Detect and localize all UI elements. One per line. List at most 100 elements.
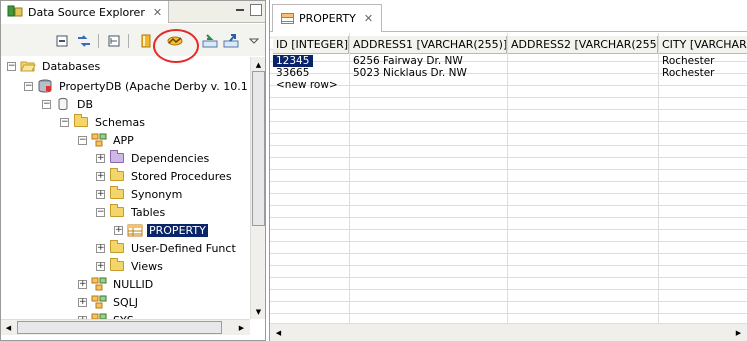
collapse-icon[interactable]: − (78, 135, 87, 145)
tree-item-label: Stored Procedures (131, 169, 232, 183)
editor-tab-bar: PROPERTY ✕ (270, 0, 747, 32)
expand-icon[interactable]: + (96, 189, 105, 199)
folder-open-icon (20, 59, 36, 73)
table-cell[interactable]: 6256 Fairway Dr. NW (350, 55, 505, 67)
tree-item-label: APP (113, 133, 134, 147)
view-toolbar (1, 24, 265, 56)
expand-icon[interactable]: + (78, 297, 87, 307)
column-header[interactable]: ADDRESS1 [VARCHAR(255)] (350, 36, 507, 54)
import-icon[interactable] (201, 33, 219, 49)
scroll-thumb[interactable] (17, 321, 222, 334)
expand-icon[interactable]: + (96, 261, 105, 271)
tab-property[interactable]: PROPERTY ✕ (272, 4, 383, 32)
database-icon (37, 79, 53, 93)
scroll-thumb[interactable] (252, 71, 265, 226)
database-icon (55, 97, 71, 111)
tree-item-label: Views (131, 259, 163, 273)
filter-icon[interactable] (105, 33, 123, 49)
table-icon (281, 13, 294, 24)
folder-icon (109, 240, 125, 255)
tree-item-label: Schemas (95, 115, 145, 129)
tree-item[interactable]: − APP (78, 131, 136, 149)
expand-icon[interactable]: + (114, 225, 123, 235)
connect-icon[interactable] (166, 33, 184, 49)
toolbar-separator (98, 34, 99, 48)
tree-item-label: Dependencies (131, 151, 210, 165)
tree-item[interactable]: + SQLJ (78, 293, 140, 311)
table-icon (127, 223, 143, 237)
collapse-icon[interactable]: − (7, 61, 16, 71)
table-editor: PROPERTY ✕ ID [INTEGER] ADDRESS1 [VARCHAR… (269, 0, 747, 341)
export-icon[interactable] (222, 33, 240, 49)
tree-item[interactable]: + Views (96, 257, 165, 275)
scroll-right-icon[interactable]: ▶ (235, 321, 248, 334)
scroll-left-icon[interactable]: ◀ (272, 326, 285, 339)
tree-item[interactable]: + NULLID (78, 275, 155, 293)
tab-label: Data Source Explorer (28, 5, 145, 19)
column-divider (507, 33, 508, 323)
tree-item[interactable]: + PROPERTY (114, 221, 208, 239)
tree-item-label: PROPERTY (147, 223, 208, 237)
collapse-icon[interactable]: − (42, 99, 51, 109)
view-menu-icon[interactable] (245, 33, 263, 49)
tree-item[interactable]: − PropertyDB (Apache Derby v. 10.1 (24, 77, 250, 95)
tab-label: PROPERTY (299, 12, 356, 25)
new-connection-icon[interactable] (137, 33, 155, 49)
folder-icon (109, 150, 125, 165)
tree-item[interactable]: − Databases (7, 57, 102, 75)
tree-item[interactable]: − DB (42, 95, 95, 113)
folder-icon (109, 204, 125, 219)
maximize-icon[interactable] (250, 4, 262, 16)
tree-item[interactable]: + Dependencies (96, 149, 211, 167)
schema-icon (91, 295, 107, 309)
data-grid[interactable]: ID [INTEGER] ADDRESS1 [VARCHAR(255)] ADDRE… (270, 33, 747, 323)
expand-icon[interactable]: + (78, 279, 87, 289)
scroll-up-icon[interactable]: ▲ (252, 58, 265, 71)
tree-item-label: Synonym (131, 187, 183, 201)
table-cell[interactable]: 12345 (273, 55, 313, 67)
table-cell[interactable]: 5023 Nicklaus Dr. NW (350, 67, 505, 79)
close-icon[interactable]: ✕ (364, 12, 373, 25)
collapse-icon[interactable]: − (60, 117, 69, 127)
table-cell[interactable]: Rochester (659, 67, 747, 79)
close-icon[interactable]: ✕ (153, 6, 162, 19)
collapse-icon[interactable]: − (24, 81, 33, 91)
collapse-all-icon[interactable] (53, 33, 71, 49)
tree-item-label: Tables (131, 205, 166, 219)
horizontal-scrollbar[interactable]: ◀ ▶ (270, 323, 747, 341)
link-with-editor-icon[interactable] (75, 33, 93, 49)
tree-item[interactable]: + Synonym (96, 185, 184, 203)
new-row-cell[interactable]: <new row> (273, 79, 347, 91)
expand-icon[interactable]: + (96, 153, 105, 163)
column-header[interactable]: ID [INTEGER] (273, 36, 349, 54)
expand-icon[interactable]: + (96, 243, 105, 253)
table-cell[interactable]: Rochester (659, 55, 747, 67)
data-source-explorer-view: Data Source Explorer ✕ − Databases − Pro… (0, 0, 266, 341)
schema-icon (91, 133, 107, 147)
tree-item[interactable]: + Stored Procedures (96, 167, 234, 185)
toolbar-separator (128, 34, 129, 48)
tree-item-label: NULLID (113, 277, 154, 291)
scroll-left-icon[interactable]: ◀ (2, 321, 15, 334)
collapse-icon[interactable]: − (96, 207, 105, 217)
tree-item[interactable]: − Tables (96, 203, 167, 221)
tree-item-label: DB (77, 97, 94, 111)
scroll-right-icon[interactable]: ▶ (732, 326, 745, 339)
column-header[interactable]: CITY [VARCHAR (659, 36, 747, 54)
tree-item[interactable]: +SYS (78, 311, 136, 319)
folder-icon (73, 114, 89, 129)
vertical-scrollbar[interactable]: ▲ ▼ (250, 57, 265, 319)
tree-item[interactable]: + User-Defined Funct (96, 239, 238, 257)
tree-item-label: PropertyDB (Apache Derby v. 10.1 (59, 79, 248, 93)
scroll-down-icon[interactable]: ▼ (252, 305, 265, 318)
expand-icon[interactable]: + (96, 171, 105, 181)
folder-icon (109, 186, 125, 201)
tab-data-source-explorer[interactable]: Data Source Explorer ✕ (1, 1, 170, 23)
database-tree[interactable]: − Databases − PropertyDB (Apache Derby v. 1… (1, 57, 250, 319)
column-header[interactable]: ADDRESS2 [VARCHAR(255)] (508, 36, 658, 54)
tree-item[interactable]: − Schemas (60, 113, 147, 131)
horizontal-scrollbar[interactable]: ◀ ▶ (1, 319, 250, 335)
minimize-icon[interactable] (234, 4, 246, 16)
tree-item-label: User-Defined Funct (131, 241, 236, 255)
table-cell[interactable]: 33665 (273, 67, 347, 79)
